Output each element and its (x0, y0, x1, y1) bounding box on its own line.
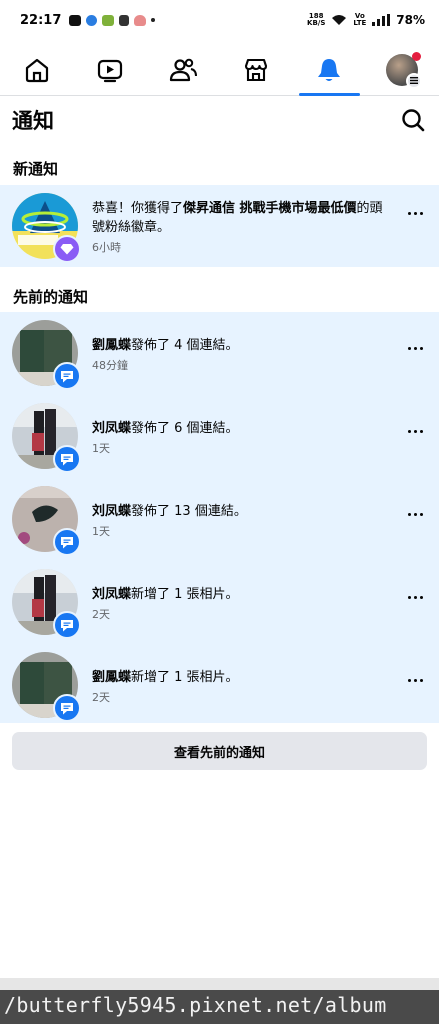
more-options-button[interactable] (405, 589, 425, 605)
battery-level: 78% (396, 13, 425, 27)
notification-text: 刘凤蝶發佈了 6 個連結。 (92, 419, 392, 438)
status-bar: 22:17 188 KB/S Vo LTE 78% (0, 0, 439, 40)
search-button[interactable] (399, 106, 427, 134)
badge (53, 362, 81, 390)
app-icon (119, 14, 130, 26)
action-text: 發佈了 13 個連結。 (131, 504, 247, 519)
message-icon (61, 702, 73, 714)
action-text: 發佈了 6 個連結。 (131, 421, 239, 436)
volte-indicator: Vo LTE (353, 13, 366, 27)
app-icon (86, 14, 98, 26)
notification-text: 劉鳳蝶新增了 1 張相片。 (92, 668, 392, 687)
notification-time: 1天 (92, 525, 110, 538)
notification-avatar (12, 320, 81, 390)
home-icon (25, 58, 48, 82)
notification-time: 48分鐘 (92, 359, 128, 372)
top-nav (0, 44, 439, 96)
more-options-button[interactable] (405, 340, 425, 356)
youtube-icon (69, 14, 82, 26)
page-name: 傑昇通信 挑戰手機市場最低價 (183, 201, 357, 216)
more-options-button[interactable] (405, 423, 425, 439)
nav-home[interactable] (0, 44, 73, 95)
badge (53, 694, 81, 722)
notification-time: 1天 (92, 442, 110, 455)
notification-avatar (12, 569, 81, 639)
message-icon (61, 619, 73, 631)
notification-text: 劉鳳蝶發佈了 4 個連結。 (92, 336, 392, 355)
action-text: 發佈了 4 個連結。 (131, 338, 239, 353)
user-name: 刘凤蝶 (92, 587, 132, 602)
nav-friends[interactable] (146, 44, 219, 95)
badge (53, 528, 81, 556)
action-text: 新增了 1 張相片。 (131, 587, 239, 602)
user-name: 刘凤蝶 (92, 504, 132, 519)
page-header: 通知 (0, 100, 439, 140)
notification-item[interactable]: 刘凤蝶發佈了 6 個連結。 1天 (0, 395, 439, 477)
notification-avatar (12, 652, 81, 722)
section-title-earlier: 先前的通知 (13, 288, 89, 306)
page-title: 通知 (12, 109, 54, 133)
notification-item[interactable]: 刘凤蝶發佈了 13 個連結。 1天 (0, 478, 439, 560)
status-right: 188 KB/S Vo LTE 78% (307, 13, 425, 28)
diamond-icon (60, 244, 74, 255)
message-icon (61, 453, 73, 465)
store-icon (245, 58, 268, 81)
more-options-button[interactable] (405, 672, 425, 688)
section-title-new: 新通知 (13, 160, 59, 178)
more-options-button[interactable] (405, 506, 425, 522)
gesture-bar (0, 978, 439, 990)
friends-icon (169, 58, 197, 81)
watermark-bar: /butterfly5945.pixnet.net/album (0, 978, 439, 1024)
nav-marketplace[interactable] (220, 44, 293, 95)
message-icon (61, 536, 73, 548)
notification-item[interactable]: 劉鳳蝶發佈了 4 個連結。 48分鐘 (0, 312, 439, 394)
signal-icon (372, 14, 391, 26)
nav-watch[interactable] (73, 44, 146, 95)
more-dot-icon (151, 18, 156, 22)
heart-icon (134, 14, 147, 26)
volte-bottom: LTE (353, 19, 367, 27)
search-icon (402, 109, 425, 132)
notification-item[interactable]: 刘凤蝶新增了 1 張相片。 2天 (0, 561, 439, 643)
notification-text: 恭喜！你獲得了傑昇通信 挑戰手機市場最低價的頭號粉絲徽章。 (92, 199, 392, 237)
badge (53, 235, 81, 263)
watermark-text: /butterfly5945.pixnet.net/album (4, 993, 387, 1017)
user-name: 劉鳳蝶 (92, 338, 132, 353)
menu-badge (406, 72, 423, 89)
notification-avatar (12, 403, 81, 473)
action-text: 新增了 1 張相片。 (131, 670, 239, 685)
notification-item[interactable]: 恭喜！你獲得了傑昇通信 挑戰手機市場最低價的頭號粉絲徽章。 6小時 (0, 185, 439, 267)
status-time: 22:17 (20, 12, 62, 28)
nav-profile[interactable] (366, 44, 439, 95)
notification-text: 刘凤蝶發佈了 13 個連結。 (92, 502, 392, 521)
status-notification-icons (69, 14, 156, 26)
user-name: 刘凤蝶 (92, 421, 132, 436)
user-name: 劉鳳蝶 (92, 670, 132, 685)
see-previous-notifications-button[interactable]: 查看先前的通知 (12, 732, 427, 770)
badge (53, 445, 81, 473)
video-icon (97, 59, 122, 82)
speed-unit: KB/S (307, 19, 326, 27)
network-speed: 188 KB/S (307, 13, 325, 27)
notification-time: 2天 (92, 608, 110, 621)
bell-icon (318, 58, 341, 81)
text-part: 恭喜！你獲得了 (92, 201, 184, 216)
notification-item[interactable]: 劉鳳蝶新增了 1 張相片。 2天 (0, 644, 439, 723)
menu-icon (410, 77, 419, 84)
app-icon (102, 14, 115, 26)
unread-dot (412, 51, 422, 61)
notification-time: 2天 (92, 691, 110, 704)
notification-avatar (12, 193, 81, 263)
more-options-button[interactable] (405, 205, 425, 221)
notification-time: 6小時 (92, 241, 121, 254)
notification-avatar (12, 486, 81, 556)
badge (53, 611, 81, 639)
notification-text: 刘凤蝶新增了 1 張相片。 (92, 585, 392, 604)
avatar (386, 51, 423, 89)
earlier-list: 劉鳳蝶發佈了 4 個連結。 48分鐘 刘凤蝶發佈了 6 個連結。 1天 刘凤蝶發… (0, 312, 439, 723)
message-icon (61, 370, 73, 382)
wifi-icon (332, 15, 347, 25)
nav-notifications[interactable] (293, 44, 366, 96)
